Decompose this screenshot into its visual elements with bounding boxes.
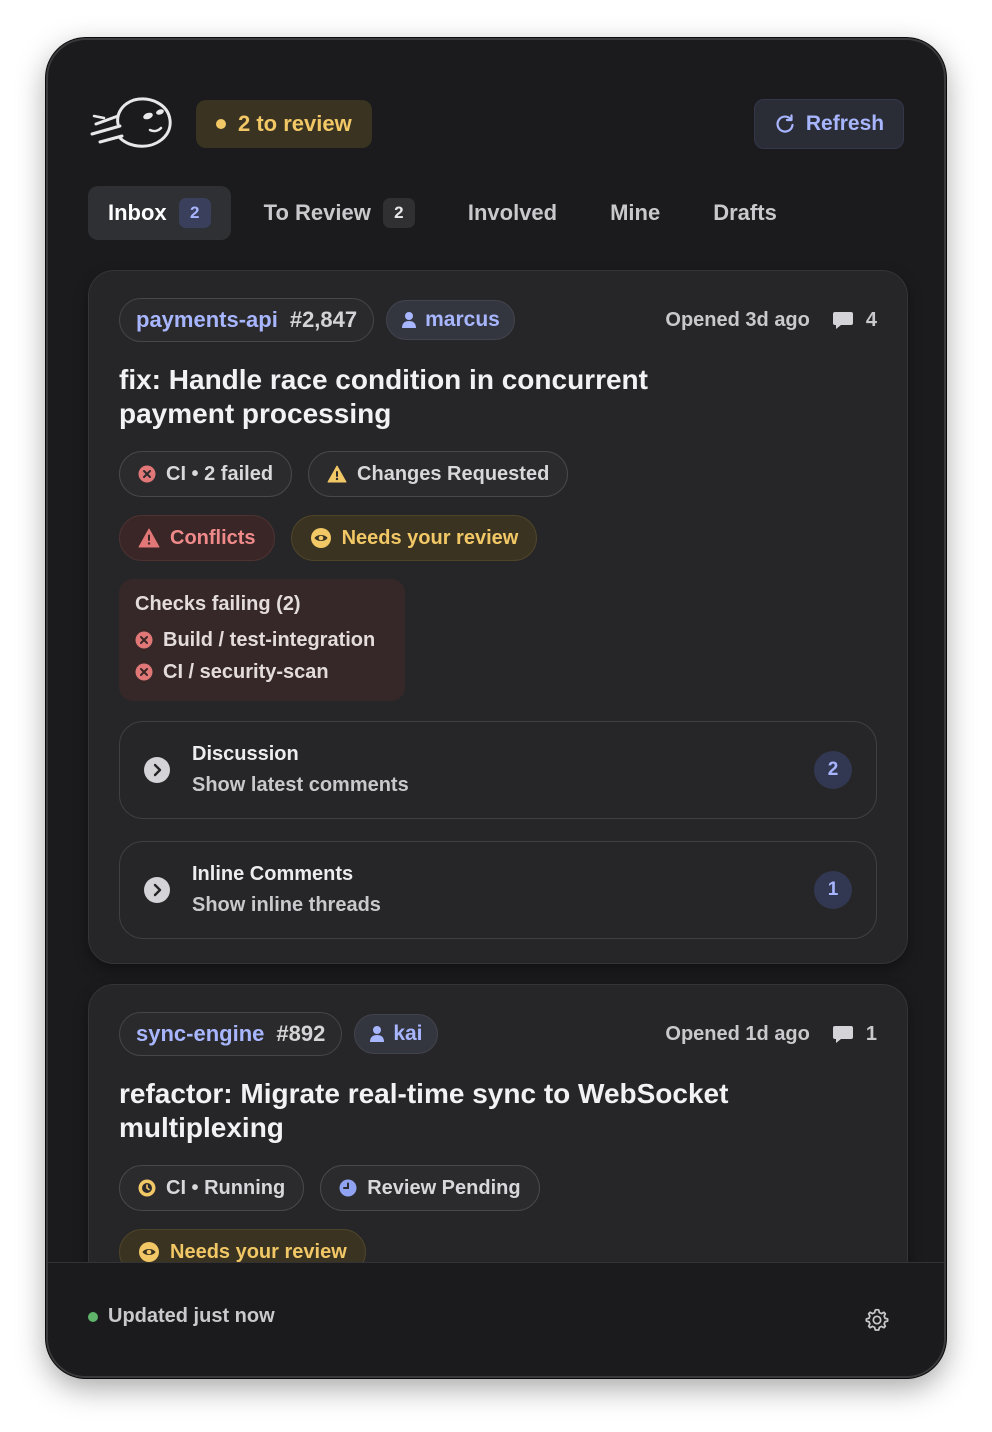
pr-title[interactable]: fix: Handle race condition in concurrent… (119, 363, 739, 431)
tab-label: Inbox (108, 200, 167, 225)
check-name: Build / test-integration (163, 628, 376, 651)
footer: Updated just now (48, 1262, 944, 1376)
update-status-label: Updated just now (108, 1305, 275, 1327)
ci-status-label: CI • Running (166, 1176, 286, 1199)
check-item[interactable]: CI / security-scan (135, 656, 389, 688)
pr-card[interactable]: payments-api #2,847 marcus Opened 3d ago… (88, 270, 908, 964)
app-window: 2 to review Refresh Inbox 2 To Review 2 … (46, 38, 946, 1378)
user-icon (402, 312, 417, 328)
clock-icon (138, 1179, 156, 1197)
opened-time: Opened 1d ago (665, 1022, 810, 1045)
author-name: kai (393, 1022, 423, 1045)
author-pill[interactable]: kai (354, 1014, 438, 1054)
pr-meta-row: payments-api #2,847 marcus Opened 3d ago… (119, 298, 877, 342)
expander-subtitle: Show latest comments (192, 774, 409, 796)
needs-review-badge[interactable]: Needs your review (290, 515, 538, 561)
eye-icon (310, 528, 331, 548)
tab-inbox[interactable]: Inbox 2 (88, 186, 231, 240)
tab-label: Involved (467, 200, 558, 225)
user-icon (370, 1026, 385, 1042)
review-status-label: Changes Requested (357, 462, 550, 485)
x-circle-icon (138, 465, 156, 483)
tab-bar: Inbox 2 To Review 2 Involved Mine Drafts (88, 186, 810, 240)
discussion-expander[interactable]: Discussion Show latest comments 2 (119, 721, 877, 819)
ci-status-badge[interactable]: CI • Running (119, 1165, 305, 1211)
status-badges: CI • 2 failed Changes Requested (119, 451, 569, 497)
tab-label: Mine (610, 200, 661, 225)
review-count-label: 2 to review (238, 111, 352, 136)
tab-label: Drafts (713, 200, 777, 225)
refresh-icon (776, 114, 794, 133)
eye-icon (139, 1242, 159, 1262)
tab-drafts[interactable]: Drafts (693, 186, 797, 240)
update-status: Updated just now (88, 1305, 275, 1328)
comment-count-value: 4 (865, 308, 877, 331)
alert-badges: Conflicts Needs your review (119, 515, 538, 561)
author-pill[interactable]: marcus (386, 300, 515, 340)
chevron-right-icon (144, 757, 170, 783)
repo-name: sync-engine (136, 1021, 265, 1046)
repo-pill[interactable]: payments-api #2,847 (119, 298, 375, 342)
pr-meta-right: Opened 1d ago 1 (665, 1023, 877, 1046)
tab-count-badge: 2 (178, 198, 211, 228)
tab-involved[interactable]: Involved (448, 186, 577, 240)
gear-icon[interactable] (864, 1307, 890, 1333)
pr-meta-row: sync-engine #892 kai Opened 1d ago 1 (119, 1012, 877, 1056)
x-circle-icon (135, 631, 153, 649)
expander-subtitle: Show inline threads (192, 894, 381, 916)
expander-label: Discussion (192, 743, 299, 765)
status-dot (216, 119, 226, 129)
header: 2 to review Refresh (48, 40, 944, 180)
comment-count-value: 1 (865, 1022, 877, 1045)
comment-count: 4 (832, 309, 877, 332)
conflicts-badge[interactable]: Conflicts (119, 515, 275, 561)
status-badges: CI • Running Review Pending (119, 1165, 540, 1211)
tab-to-review[interactable]: To Review 2 (244, 186, 435, 240)
check-item[interactable]: Build / test-integration (135, 624, 389, 656)
ci-status-badge[interactable]: CI • 2 failed (119, 451, 293, 497)
review-status-badge[interactable]: Review Pending (320, 1165, 540, 1211)
inline-comments-expander[interactable]: Inline Comments Show inline threads 1 (119, 841, 877, 939)
refresh-label: Refresh (805, 112, 885, 135)
tab-count-badge: 2 (382, 198, 415, 228)
comment-icon (832, 1026, 853, 1043)
needs-review-label: Needs your review (341, 526, 519, 549)
discussion-count-badge: 2 (814, 751, 852, 789)
warning-icon (327, 465, 347, 483)
pending-clock-icon (339, 1179, 357, 1197)
conflicts-label: Conflicts (170, 526, 256, 549)
pr-title[interactable]: refactor: Migrate real-time sync to WebS… (119, 1077, 799, 1145)
tab-label: To Review (263, 200, 371, 225)
expander-texts: Inline Comments Show inline threads (192, 863, 381, 917)
pr-meta-right: Opened 3d ago 4 (665, 309, 877, 332)
inline-count-badge: 1 (814, 871, 852, 909)
review-status-label: Review Pending (367, 1176, 521, 1199)
tab-mine[interactable]: Mine (590, 186, 680, 240)
x-circle-icon (135, 663, 153, 681)
repo-name: payments-api (136, 307, 278, 332)
refresh-button[interactable]: Refresh (754, 99, 904, 149)
ci-status-label: CI • 2 failed (166, 462, 274, 485)
review-status-badge[interactable]: Changes Requested (308, 451, 569, 497)
comment-count: 1 (832, 1023, 877, 1046)
ghost-logo-icon (90, 97, 172, 148)
check-name: CI / security-scan (163, 660, 329, 683)
pr-number: #892 (276, 1021, 326, 1046)
opened-time: Opened 3d ago (665, 308, 810, 331)
chevron-right-icon (144, 877, 170, 903)
review-count-badge[interactable]: 2 to review (196, 100, 372, 148)
expander-texts: Discussion Show latest comments (192, 743, 409, 797)
author-name: marcus (425, 308, 500, 331)
needs-review-label: Needs your review (170, 1240, 347, 1263)
expander-label: Inline Comments (192, 863, 354, 885)
checks-title: Checks failing (2) (135, 593, 301, 615)
repo-pill[interactable]: sync-engine #892 (119, 1012, 343, 1056)
status-dot (88, 1311, 98, 1322)
comment-icon (832, 312, 853, 329)
alert-triangle-icon (138, 528, 160, 548)
pr-number: #2,847 (289, 307, 358, 332)
failing-checks-panel: Checks failing (2) Build / test-integrat… (119, 579, 405, 701)
